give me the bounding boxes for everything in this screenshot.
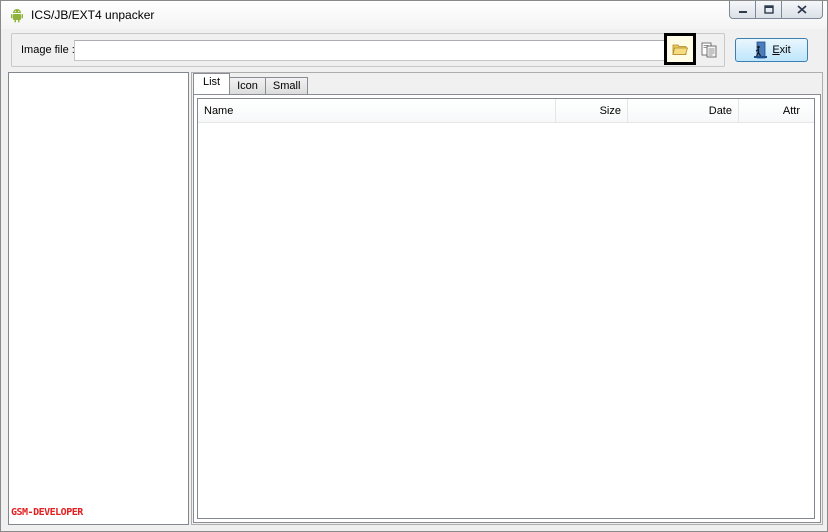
view-tabs: List Icon Small [193, 73, 309, 94]
minimize-button[interactable] [729, 1, 755, 19]
image-file-input[interactable] [74, 40, 668, 61]
open-image-button[interactable] [664, 33, 696, 65]
app-window: ICS/JB/EXT4 unpacker Image file : Exit G… [0, 0, 828, 532]
title-bar[interactable]: ICS/JB/EXT4 unpacker [1, 1, 827, 29]
tab-list[interactable]: List [193, 73, 231, 94]
exit-button[interactable]: Exit [735, 38, 808, 62]
android-icon [11, 9, 23, 23]
list-header: Name Size Date Attr [198, 99, 814, 123]
tab-small[interactable]: Small [264, 77, 309, 94]
extract-button[interactable] [699, 41, 719, 59]
maximize-icon [763, 5, 774, 14]
minimize-icon [738, 10, 747, 13]
file-panel: List Icon Small Name Size Date Attr [191, 72, 823, 525]
tree-panel[interactable]: GSM-DEVELOPER [8, 72, 189, 525]
caption-buttons [729, 1, 823, 21]
column-size[interactable]: Size [556, 99, 628, 123]
maximize-button[interactable] [755, 1, 781, 19]
image-file-group: Image file : [11, 33, 725, 67]
image-file-label: Image file : [21, 44, 75, 56]
exit-door-icon [754, 41, 768, 59]
extract-icon [701, 42, 717, 58]
close-button[interactable] [781, 1, 823, 19]
tab-page-list: Name Size Date Attr [193, 94, 821, 523]
tab-icon[interactable]: Icon [229, 77, 266, 94]
watermark-logo: GSM-DEVELOPER [11, 507, 83, 518]
column-name[interactable]: Name [198, 99, 556, 123]
window-title: ICS/JB/EXT4 unpacker [31, 8, 155, 22]
file-list-view[interactable]: Name Size Date Attr [197, 98, 815, 519]
column-attr[interactable]: Attr [739, 99, 806, 123]
column-date[interactable]: Date [628, 99, 739, 123]
close-icon [797, 5, 807, 14]
folder-open-icon [672, 44, 688, 55]
exit-button-label: Exit [772, 44, 791, 56]
